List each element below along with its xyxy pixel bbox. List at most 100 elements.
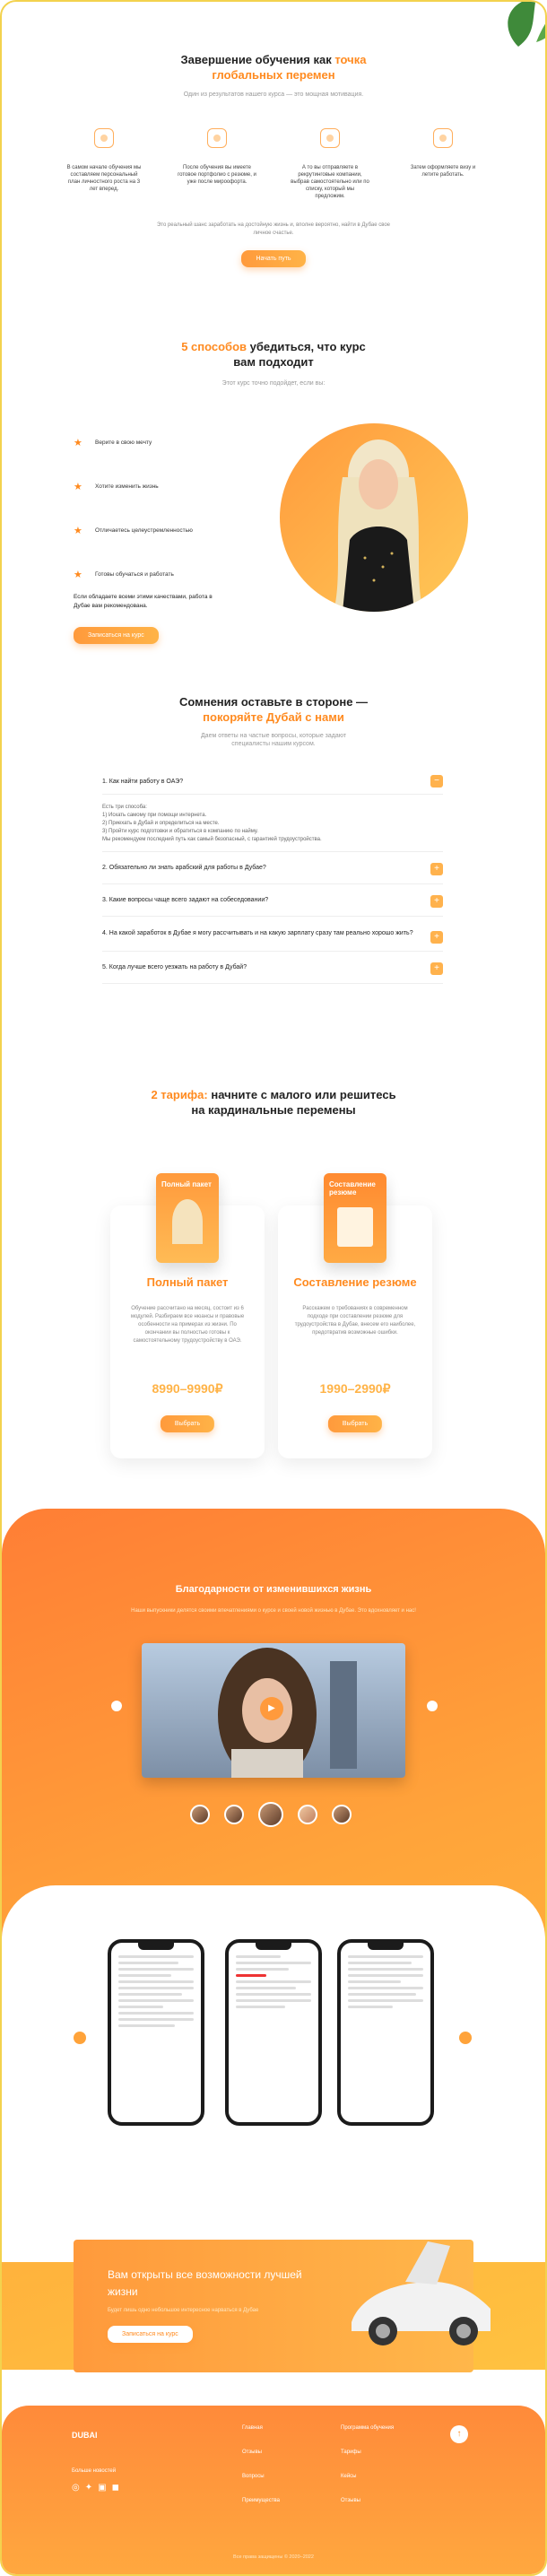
reviews-subtitle: Наши выпускники делятся своими впечатлен… xyxy=(131,1608,416,1614)
faq-question[interactable]: 4. На какой заработок в Дубае я могу рас… xyxy=(102,917,443,952)
ways-title-line2: вам подходит xyxy=(233,355,314,369)
instagram-icon[interactable]: ◎ xyxy=(72,2483,80,2493)
ways-item-text: Отличаетесь целеустремленностью xyxy=(95,527,193,534)
footer-link[interactable]: Отзывы xyxy=(242,2441,280,2465)
step-item: В самом начале обучения мы составляем пе… xyxy=(65,128,143,200)
banner-subtitle: Будет лишь одно небольшое интересное нар… xyxy=(108,2308,259,2313)
footer-link[interactable]: Отзывы xyxy=(341,2489,394,2513)
faq-question[interactable]: 1. Как найти работу в ОАЭ? − xyxy=(102,770,443,795)
faq-question-text: 3. Какие вопросы чаще всего задают на со… xyxy=(102,897,269,903)
tariff-card: Полный пакет Полный пакет Обучение рассч… xyxy=(110,1173,265,1458)
linkedin-icon[interactable]: ▣ xyxy=(98,2483,106,2493)
choose-button[interactable]: Выбрать xyxy=(327,1415,383,1432)
results-note: Это реальный шанс заработать на достойну… xyxy=(156,222,391,236)
faq-section: Сомнения оставьте в стороне — покоряйте … xyxy=(2,694,545,748)
results-subtitle: Один из результатов нашего курса — это м… xyxy=(183,91,364,98)
twitter-icon[interactable]: ✦ xyxy=(85,2483,92,2493)
footer-link[interactable]: Вопросы xyxy=(242,2465,280,2489)
choose-button[interactable]: Выбрать xyxy=(160,1415,215,1432)
pack-label: Составление резюме xyxy=(329,1180,376,1197)
phone-notch xyxy=(138,1943,174,1950)
ways-item-text: Готовы обучаться и работать xyxy=(95,571,174,578)
results-steps: В самом начале обучения мы составляем пе… xyxy=(2,128,545,200)
page: Завершение обучения как точка глобальных… xyxy=(0,0,547,2576)
woman-thumb-icon xyxy=(172,1199,203,1244)
avatar[interactable] xyxy=(258,1802,283,1827)
step-item: После обучения вы имеете готовое портфол… xyxy=(178,128,256,200)
footer-link[interactable]: Главная xyxy=(242,2416,280,2441)
avatar[interactable] xyxy=(298,1805,317,1824)
faq-question[interactable]: 5. Когда лучше всего уезжать на работу в… xyxy=(102,952,443,984)
enroll-banner-button[interactable]: Записаться на курс xyxy=(108,2326,193,2343)
faq-answer-line: Есть три способа: xyxy=(102,805,147,810)
faq-question-text: 5. Когда лучше всего уезжать на работу в… xyxy=(102,964,247,970)
review-screenshot xyxy=(108,1939,204,2126)
ways-title-accent: 5 способов xyxy=(181,340,247,353)
visa-icon xyxy=(433,128,453,148)
footer-logo[interactable]: DUBAI xyxy=(72,2431,98,2440)
ways-subtitle: Этот курс точно подойдет, если вы: xyxy=(221,380,326,387)
plus-icon[interactable]: + xyxy=(430,863,443,875)
faq-subtitle: Даем ответы на частые вопросы, которые з… xyxy=(200,733,347,747)
tariffs-title: 2 тарифа: начните с малого или решитесь … xyxy=(2,1087,545,1118)
resume-book-icon: Составление резюме xyxy=(324,1173,386,1263)
faq-answer-line: 2) Приехать в Дубай и определиться на ме… xyxy=(102,821,220,826)
avatar[interactable] xyxy=(190,1805,210,1824)
scroll-up-icon[interactable]: ↑ xyxy=(450,2425,468,2443)
prev-arrow-icon[interactable] xyxy=(74,2032,86,2044)
video-player[interactable]: ▶ xyxy=(142,1643,405,1778)
play-icon[interactable]: ▶ xyxy=(260,1697,283,1720)
screenshot-text-icon xyxy=(229,1950,318,2017)
start-path-button[interactable]: Начать путь xyxy=(241,250,306,267)
faq-title: Сомнения оставьте в стороне — покоряйте … xyxy=(2,694,545,725)
tariff-price: 8990–9990₽ xyxy=(152,1381,223,1396)
plus-icon[interactable]: + xyxy=(430,931,443,944)
plus-icon[interactable]: + xyxy=(430,962,443,975)
minus-icon[interactable]: − xyxy=(430,775,443,788)
faq-answer-line: 1) Искать самому при помощи интернета. xyxy=(102,813,207,818)
banner-title: Вам открыты все возможности лучшей жизни xyxy=(108,2268,302,2298)
faq-question-text: 4. На какой заработок в Дубае я могу рас… xyxy=(102,930,413,936)
results-title: Завершение обучения как точка глобальных… xyxy=(2,52,545,83)
tariffs-title-accent: 2 тарифа: xyxy=(151,1088,208,1101)
faq-question-text: 2. Обязательно ли знать арабский для раб… xyxy=(102,865,266,871)
footer-link[interactable]: Кейсы xyxy=(341,2465,394,2489)
portfolio-icon xyxy=(207,128,227,148)
review-avatars xyxy=(190,1802,352,1827)
ways-item-text: Верите в свою мечту xyxy=(95,439,152,446)
phone-notch xyxy=(256,1943,291,1950)
leaf-decoration-icon xyxy=(508,2,545,47)
ways-photo xyxy=(280,423,468,612)
step-text: В самом начале обучения мы составляем пе… xyxy=(66,165,142,192)
footer-col-2: Программа обучения Тарифы Кейсы Отзывы xyxy=(341,2416,394,2513)
footer-link[interactable]: Тарифы xyxy=(341,2441,394,2465)
tariff-desc: Расскажем о требованиях в современном по… xyxy=(294,1306,416,1336)
star-icon: ★ xyxy=(74,570,82,580)
facebook-icon[interactable]: ◼ xyxy=(112,2483,119,2493)
footer-link[interactable]: Преимущества xyxy=(242,2489,280,2513)
next-arrow-icon[interactable] xyxy=(459,2032,472,2044)
prev-arrow-icon[interactable] xyxy=(111,1701,122,1711)
enroll-button[interactable]: Записаться на курс xyxy=(74,627,159,644)
plus-icon[interactable]: + xyxy=(430,895,443,908)
avatar[interactable] xyxy=(224,1805,244,1824)
footer-link[interactable]: Программа обучения xyxy=(341,2416,394,2441)
step-text: Затем оформляете визу и летите работать. xyxy=(410,165,476,178)
cv-document-icon xyxy=(337,1207,373,1247)
faq-question[interactable]: 3. Какие вопросы чаще всего задают на со… xyxy=(102,884,443,917)
ways-item: ★ Отличаетесь целеустремленностью xyxy=(74,525,253,536)
step-item: Затем оформляете визу и летите работать. xyxy=(404,128,482,200)
tariff-title: Составление резюме xyxy=(293,1275,417,1289)
woman-portrait-icon xyxy=(334,439,423,612)
next-arrow-icon[interactable] xyxy=(427,1701,438,1711)
pack-label: Полный пакет xyxy=(161,1180,212,1188)
avatar[interactable] xyxy=(332,1805,352,1824)
ways-list: ★ Верите в свою мечту ★ Хотите изменить жи… xyxy=(74,437,253,644)
reviews-title: Благодарности от изменившихся жизнь xyxy=(175,1584,372,1595)
ways-closing-text: Если обладаете всеми этими качествами, р… xyxy=(74,594,213,609)
faq-question[interactable]: 2. Обязательно ли знать арабский для раб… xyxy=(102,852,443,884)
star-icon: ★ xyxy=(74,482,82,492)
tariffs-title-plain: начните с малого или решитесь xyxy=(207,1088,396,1101)
faq-title-plain: Сомнения оставьте в стороне — xyxy=(178,695,369,709)
results-title-accent: точка xyxy=(334,53,367,66)
